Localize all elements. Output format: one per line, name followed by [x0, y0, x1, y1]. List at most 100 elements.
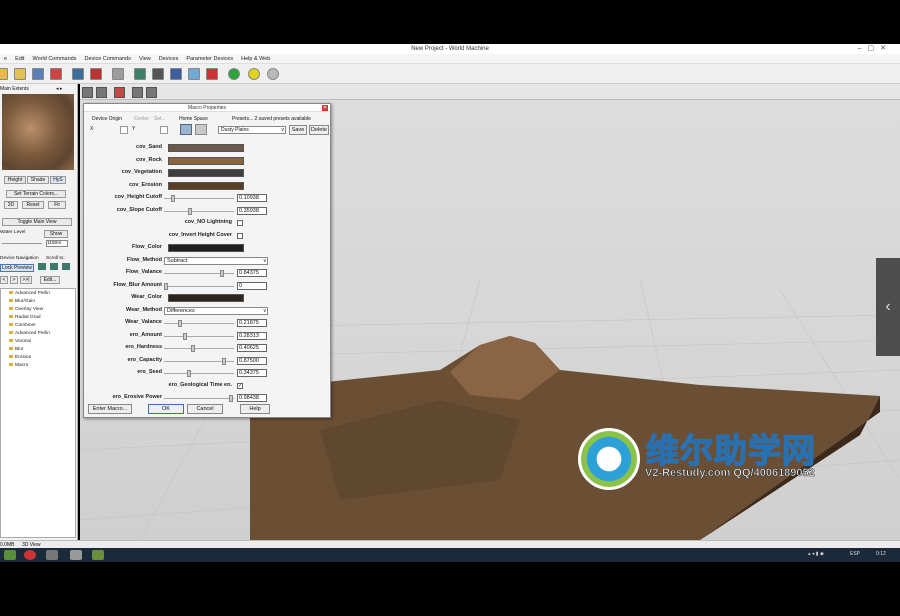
- tree-item[interactable]: Blur/Gain: [9, 299, 35, 304]
- height-button[interactable]: Height: [4, 176, 26, 184]
- slider-handle[interactable]: [186, 370, 191, 377]
- home-space-icon-1[interactable]: [180, 124, 192, 135]
- nav-next-button[interactable]: >: [10, 276, 18, 284]
- panel-arrows-icon[interactable]: ◂ ▸: [56, 86, 62, 92]
- menu-item[interactable]: Help & Web: [237, 56, 274, 62]
- terrain-preview[interactable]: [2, 94, 74, 170]
- slider-handle[interactable]: [190, 345, 195, 352]
- reset-button[interactable]: Reset: [22, 201, 44, 209]
- slider-handle[interactable]: [178, 320, 183, 327]
- save-icon[interactable]: [32, 68, 44, 80]
- chrome-icon[interactable]: [24, 550, 36, 560]
- build-grey-icon[interactable]: [267, 68, 279, 80]
- fit-button[interactable]: Fit: [48, 201, 66, 209]
- param-checkbox[interactable]: [237, 220, 243, 226]
- param-slider[interactable]: [164, 345, 234, 352]
- chart-icon[interactable]: [72, 68, 84, 80]
- world-machine-icon[interactable]: [92, 550, 104, 560]
- param-slider[interactable]: [164, 282, 234, 290]
- show-button[interactable]: Show: [44, 230, 68, 238]
- scroll-icon-3[interactable]: [62, 263, 70, 270]
- new-icon[interactable]: [0, 68, 8, 80]
- nav-prev-button[interactable]: <: [0, 276, 8, 284]
- scroll-icon-2[interactable]: [50, 263, 58, 270]
- 3d-button[interactable]: 3D: [4, 201, 18, 209]
- param-checkbox[interactable]: ✓: [237, 382, 243, 389]
- param-select[interactable]: Subtract v: [164, 256, 268, 265]
- build-yellow-icon[interactable]: [248, 68, 260, 80]
- menu-item[interactable]: Parameter Devices: [182, 56, 237, 62]
- param-value-input[interactable]: 0.35938: [237, 206, 267, 215]
- menu-item[interactable]: World Commands: [29, 56, 81, 62]
- paint-icon[interactable]: [206, 68, 218, 80]
- slider-handle[interactable]: [187, 207, 192, 215]
- param-value-input[interactable]: 0.40625: [237, 344, 267, 352]
- folder-icon[interactable]: [70, 550, 82, 560]
- water-level-slider[interactable]: [2, 243, 42, 244]
- render-view-icon[interactable]: [114, 87, 125, 98]
- tree-item[interactable]: Voronoi: [9, 339, 31, 344]
- param-slider[interactable]: [164, 395, 234, 402]
- build-icon[interactable]: [90, 68, 102, 80]
- view-mode-icon[interactable]: [82, 87, 93, 98]
- shade-button[interactable]: Shade: [27, 176, 49, 184]
- zoom-icon[interactable]: [132, 87, 143, 98]
- view-icon[interactable]: [134, 68, 146, 80]
- close-icon[interactable]: ✕: [322, 105, 328, 111]
- color-swatch[interactable]: [168, 156, 244, 165]
- toggle-main-view-button[interactable]: Toggle Main View: [2, 218, 72, 226]
- menu-item[interactable]: e: [0, 56, 11, 62]
- set-terrain-colors-button[interactable]: Set Terrain Colors...: [6, 190, 66, 198]
- home-space-icon-2[interactable]: [195, 124, 207, 135]
- chevron-left-icon[interactable]: ‹: [876, 258, 900, 356]
- set-button[interactable]: Set...: [154, 116, 166, 122]
- param-slider[interactable]: [164, 207, 234, 215]
- tree-item[interactable]: Radial Grad: [9, 315, 41, 320]
- tree-item[interactable]: Macro: [9, 363, 28, 368]
- tree-item[interactable]: Advanced Perlin: [9, 291, 50, 296]
- slider-handle[interactable]: [182, 332, 187, 340]
- tree-item[interactable]: Overlay View: [9, 307, 43, 312]
- param-slider[interactable]: [164, 195, 234, 202]
- open-icon[interactable]: [14, 68, 26, 80]
- hys-button[interactable]: HyS: [50, 176, 66, 184]
- y-stepper[interactable]: [160, 126, 168, 134]
- grid-icon[interactable]: [146, 87, 157, 98]
- param-select[interactable]: Differences v: [164, 306, 268, 315]
- menu-item[interactable]: Devices: [155, 56, 183, 62]
- delete-preset-button[interactable]: Delete: [309, 125, 329, 135]
- build-green-icon[interactable]: [228, 68, 240, 80]
- color-swatch[interactable]: [168, 294, 244, 302]
- save-preset-button[interactable]: Save: [289, 125, 307, 135]
- nav-last-button[interactable]: >>|: [20, 276, 32, 284]
- enter-macro-button[interactable]: Enter Macro...: [88, 404, 132, 414]
- water-level-input[interactable]: 1150m: [46, 240, 68, 247]
- menu-item[interactable]: View: [135, 56, 155, 62]
- x-stepper[interactable]: [120, 126, 128, 134]
- lock-preview-button[interactable]: Lock Preview: [0, 264, 34, 272]
- param-value-input[interactable]: 0.84375: [237, 269, 267, 277]
- param-value-input[interactable]: 0.10938: [237, 194, 267, 202]
- param-value-input[interactable]: 0.87500: [237, 356, 267, 365]
- device-icon[interactable]: [188, 68, 200, 80]
- slider-handle[interactable]: [228, 395, 233, 402]
- param-slider[interactable]: [164, 270, 234, 277]
- tree-item[interactable]: Combiner: [9, 323, 36, 328]
- param-value-input[interactable]: 0.28313: [237, 331, 267, 340]
- slider-handle[interactable]: [171, 195, 176, 202]
- render-icon[interactable]: [152, 68, 164, 80]
- param-value-input[interactable]: 0.98438: [237, 394, 267, 402]
- panel-tab[interactable]: Main Extents: [0, 86, 29, 92]
- param-checkbox[interactable]: [237, 232, 243, 239]
- camera-icon[interactable]: [96, 87, 107, 98]
- scroll-icon-1[interactable]: [38, 263, 46, 270]
- color-swatch[interactable]: [168, 169, 244, 177]
- slider-handle[interactable]: [221, 357, 226, 365]
- preset-select[interactable]: Dusty Plains v: [218, 126, 286, 134]
- param-value-input[interactable]: 0.21875: [237, 319, 267, 327]
- color-swatch[interactable]: [168, 144, 244, 152]
- slider-handle[interactable]: [164, 282, 168, 290]
- ok-button[interactable]: OK: [148, 404, 184, 414]
- start-icon[interactable]: [4, 550, 16, 560]
- param-slider[interactable]: [164, 357, 234, 365]
